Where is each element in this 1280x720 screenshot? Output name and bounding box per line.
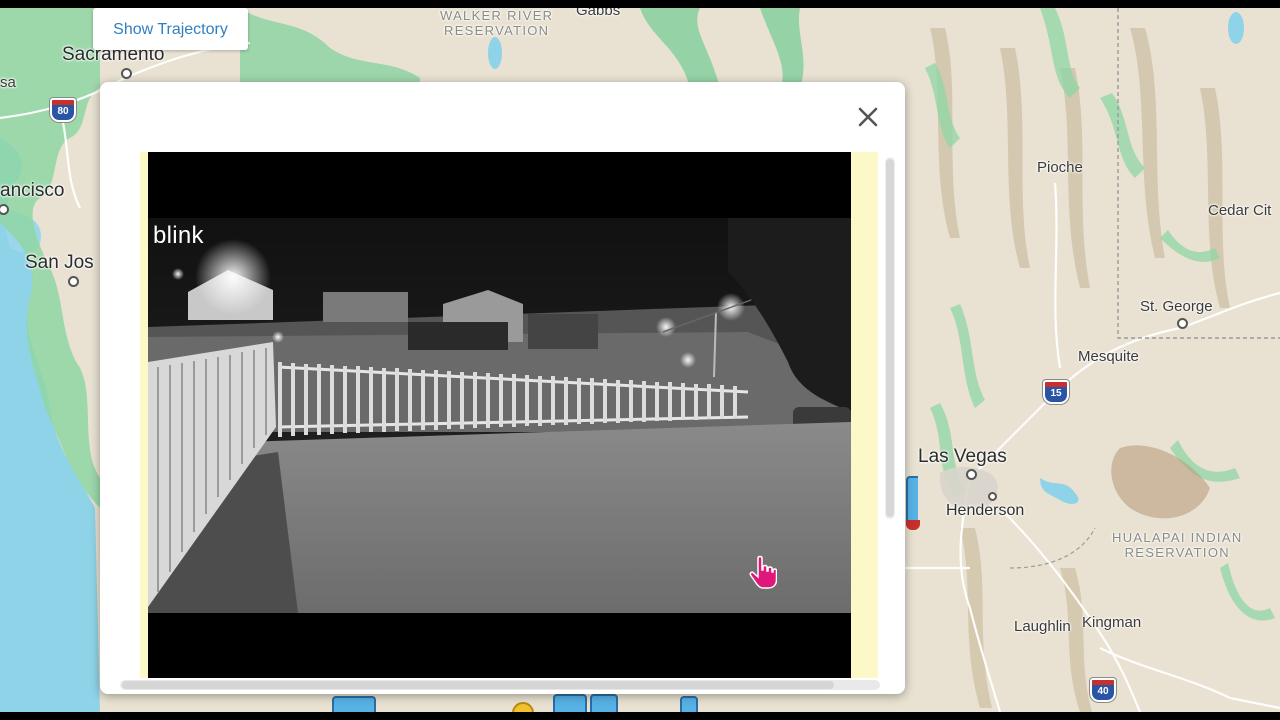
reservation-label-hualapai: HUALAPAI INDIAN RESERVATION [1112,530,1243,560]
city-label-edge: sa [0,74,16,91]
horizontal-scrollbar[interactable] [120,680,880,690]
city-dot-sacramento [121,68,132,79]
highway-shield-i15: 15 [1043,380,1069,404]
reservation-label-walker-river: WALKER RIVER RESERVATION [440,8,554,38]
screen: Sacramento sa ancisco San Jos WALKER RIV… [0,0,1280,720]
city-label-kingman: Kingman [1082,614,1142,631]
city-label-gabbs: Gabbs [576,8,621,19]
video-modal: blink [100,82,905,694]
city-dot-las-vegas [966,469,977,480]
city-label-cedar-city: Cedar Cit [1208,202,1272,219]
highway-shield-i40: 40 [1090,678,1116,702]
city-dot-st-george [1177,318,1188,329]
city-label-las-vegas: Las Vegas [918,446,1007,467]
city-label-pioche: Pioche [1037,159,1083,176]
highway-shield-i80: 80 [50,98,76,122]
vertical-scrollbar-thumb[interactable] [886,159,894,517]
close-icon [858,107,878,127]
show-trajectory-button[interactable]: Show Trajectory [93,8,248,50]
close-button[interactable] [853,102,883,132]
video-logo-text: blink [153,222,204,249]
city-label-mesquite: Mesquite [1078,348,1139,365]
horizontal-scrollbar-thumb[interactable] [122,681,834,689]
hand-pointer-icon [749,555,777,589]
map-marker-bottom-3[interactable] [590,694,618,712]
map-marker-bottom-2[interactable] [553,694,587,712]
video-player[interactable]: blink [148,152,851,678]
map-marker-red-base [906,520,920,530]
city-label-st-george: St. George [1140,298,1213,315]
city-dot-henderson [988,492,997,501]
map-marker-bottom-1[interactable] [332,696,376,712]
video-scene [148,152,851,678]
map-marker-bottom-4[interactable] [680,696,698,712]
city-label-san-francisco: ancisco [0,180,65,201]
city-label-laughlin: Laughlin [1014,618,1071,635]
vertical-scrollbar[interactable] [885,157,895,519]
city-label-san-jose: San Jos [25,252,94,273]
city-label-henderson: Henderson [946,502,1025,519]
video-frame: blink [140,152,878,678]
city-dot-san-jose [68,276,79,287]
